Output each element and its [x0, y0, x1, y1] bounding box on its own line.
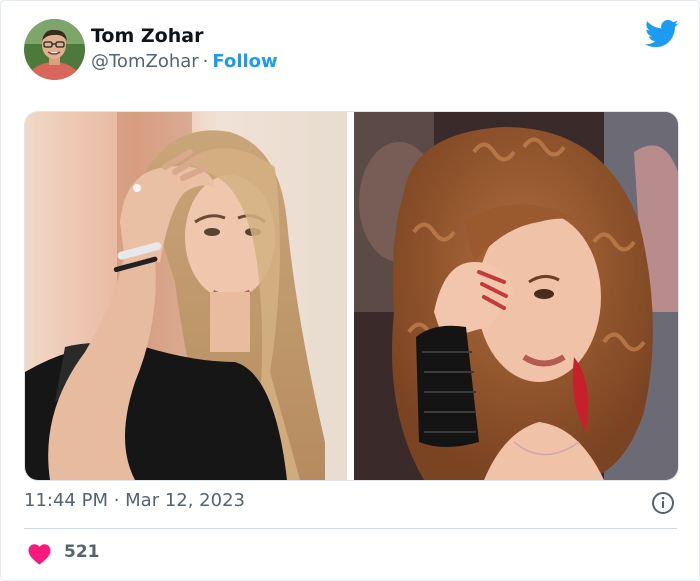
like-count[interactable]: 521 — [64, 542, 100, 562]
tweet-timestamp[interactable]: 11:44 PM · Mar 12, 2023 — [24, 490, 245, 511]
author-avatar[interactable] — [24, 19, 85, 80]
tweet-media[interactable] — [24, 111, 679, 481]
media-photo-right[interactable] — [354, 112, 678, 480]
follow-button[interactable]: Follow — [212, 51, 277, 72]
tweet-card: Tom Zohar @TomZohar · Follow 11:44 PM · … — [0, 0, 700, 581]
info-icon[interactable] — [651, 491, 675, 515]
author-handle-row: @TomZohar · Follow — [91, 51, 278, 72]
media-photo-left[interactable] — [25, 112, 347, 480]
avatar-image — [24, 19, 85, 80]
divider — [24, 528, 677, 529]
author-name[interactable]: Tom Zohar — [91, 25, 203, 47]
twitter-bird-icon[interactable] — [645, 19, 679, 49]
heart-icon[interactable] — [27, 543, 52, 565]
handle-separator: · — [202, 51, 209, 72]
author-handle[interactable]: @TomZohar — [91, 51, 199, 72]
